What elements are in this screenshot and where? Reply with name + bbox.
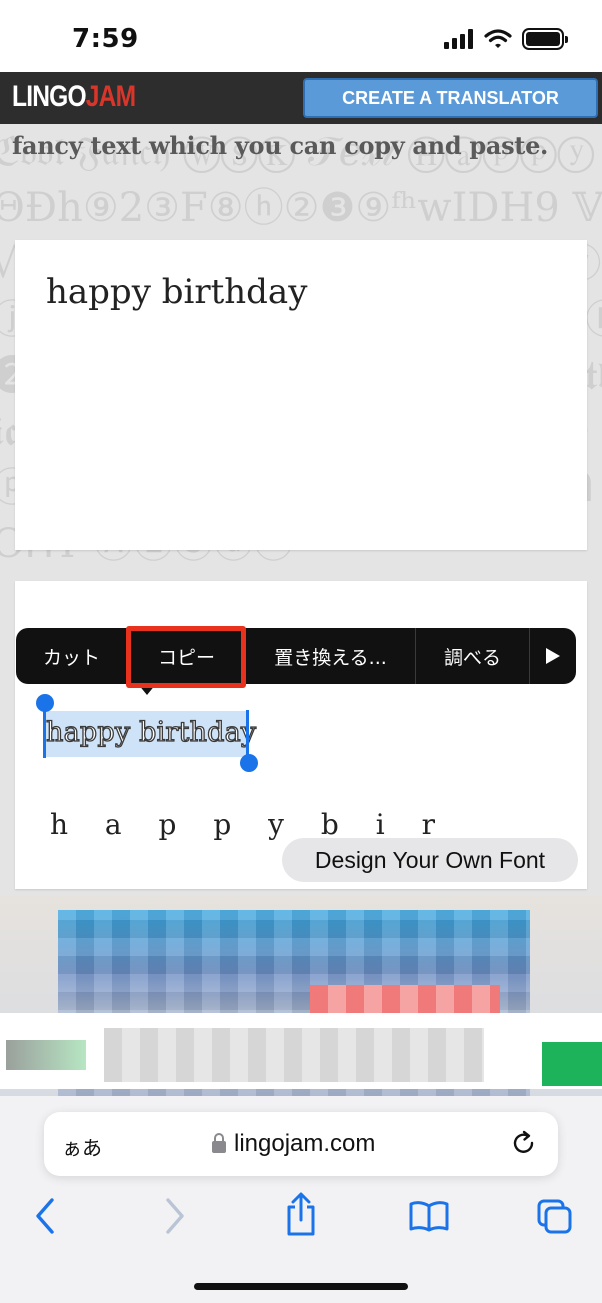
- status-bar: 7:59: [0, 0, 602, 72]
- copy-highlight-annotation: [126, 626, 246, 688]
- page-settings-button[interactable]: ぁあ: [62, 1132, 102, 1161]
- create-translator-button[interactable]: CREATE A TRANSLATOR: [303, 78, 598, 118]
- menu-item-cut[interactable]: カット: [16, 628, 128, 684]
- output-outlined-text[interactable]: happy birthday: [45, 716, 256, 748]
- url-text: lingojam.com: [234, 1130, 376, 1157]
- ad-banner-green-button[interactable]: [542, 1042, 602, 1086]
- cellular-signal-icon: [444, 29, 473, 49]
- battery-icon: [522, 28, 568, 50]
- logo-part-jam: JAM: [85, 80, 136, 113]
- page-tagline: fancy text which you can copy and paste.: [12, 131, 549, 160]
- selection-end-handle[interactable]: [246, 710, 249, 760]
- lock-icon: [212, 1133, 226, 1153]
- selection-start-dot[interactable]: [36, 694, 54, 712]
- input-text[interactable]: happy birthday: [46, 272, 307, 312]
- ad-banner-left-block: [6, 1040, 86, 1070]
- forward-icon[interactable]: [162, 1196, 188, 1236]
- selection-start-handle[interactable]: [43, 708, 46, 758]
- share-icon[interactable]: [284, 1192, 318, 1238]
- design-your-own-font-button[interactable]: Design Your Own Font: [282, 838, 578, 882]
- output-spaced-text[interactable]: h a p p y b i r t h d a y: [50, 808, 470, 840]
- play-triangle-icon: [546, 648, 560, 664]
- url-display[interactable]: lingojam.com: [212, 1130, 375, 1158]
- logo-part-lingo: LINGO: [12, 80, 87, 113]
- wifi-icon: [484, 29, 512, 48]
- menu-item-replace[interactable]: 置き換える...: [246, 628, 416, 684]
- reload-icon[interactable]: [510, 1130, 538, 1158]
- lingojam-logo[interactable]: LINGOJAM: [12, 80, 136, 114]
- ad-banner-pixelated-text: [104, 1028, 484, 1082]
- tabs-icon[interactable]: [536, 1198, 574, 1236]
- status-time: 7:59: [72, 24, 139, 54]
- back-icon[interactable]: [32, 1196, 58, 1236]
- menu-more-button[interactable]: [530, 628, 576, 684]
- context-menu: カット コピー 置き換える... 調べる: [16, 628, 576, 684]
- bookmarks-icon[interactable]: [408, 1200, 450, 1232]
- status-icons: [444, 28, 568, 50]
- site-header: LINGOJAM CREATE A TRANSLATOR: [0, 72, 602, 124]
- menu-item-lookup[interactable]: 調べる: [416, 628, 530, 684]
- selection-end-dot[interactable]: [240, 754, 258, 772]
- home-indicator: [194, 1283, 408, 1290]
